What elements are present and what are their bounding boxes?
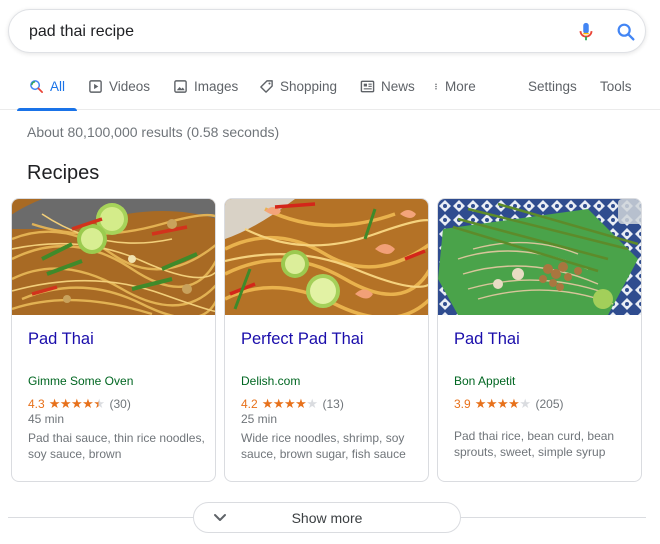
star-rating: ★★★★★ — [261, 396, 318, 411]
rating-value: 4.2 — [241, 397, 258, 411]
rating-row: 4.2 ★★★★★ (13) — [241, 396, 344, 412]
pad-thai-photo — [438, 199, 641, 315]
more-vert-icon — [435, 83, 437, 90]
show-more-button[interactable]: Show more — [193, 502, 461, 533]
recipe-card[interactable]: Pad Thai Gimme Some Oven 4.3 ★★★★★ (30) … — [11, 198, 216, 482]
tab-news[interactable]: News — [360, 76, 415, 110]
image-icon — [174, 80, 187, 93]
recipe-title[interactable]: Pad Thai — [454, 330, 520, 349]
tag-icon — [260, 80, 273, 93]
rating-count: (30) — [109, 397, 131, 411]
news-icon — [360, 80, 375, 93]
recipe-time: 25 min — [241, 412, 278, 426]
search-bar[interactable]: pad thai recipe — [8, 9, 646, 53]
recipe-ingredients: Pad thai sauce, thin rice noodles, soy s… — [28, 431, 205, 461]
rating-value: 3.9 — [454, 397, 471, 411]
recipes-heading: Recipes — [27, 162, 100, 184]
settings-link[interactable]: Settings — [528, 76, 577, 110]
rating-count: (205) — [535, 397, 564, 411]
tab-label: Videos — [109, 79, 151, 94]
tab-videos[interactable]: Videos — [88, 76, 150, 110]
recipe-time: 45 min — [28, 412, 65, 426]
search-icon — [30, 80, 43, 93]
recipe-source: Gimme Some Oven — [28, 374, 134, 388]
tools-label: Tools — [600, 79, 632, 94]
settings-label: Settings — [528, 79, 577, 94]
tab-label: Shopping — [280, 79, 338, 94]
tab-label: More — [445, 79, 476, 94]
tab-label: Images — [194, 79, 239, 94]
tab-all[interactable]: All — [16, 76, 78, 111]
recipe-image — [225, 199, 428, 315]
rating-row: 3.9 ★★★★★ (205) — [454, 396, 563, 412]
recipe-title[interactable]: Pad Thai — [28, 330, 94, 349]
recipe-image — [438, 199, 641, 315]
tab-more[interactable]: More — [434, 76, 476, 110]
tools-link[interactable]: Tools — [600, 76, 632, 110]
show-more-label: Show more — [291, 510, 363, 526]
recipe-card[interactable]: Pad Thai Bon Appetit 3.9 ★★★★★ (205) Pad… — [437, 198, 642, 482]
recipe-ingredients: Wide rice noodles, shrimp, soy sauce, br… — [241, 431, 406, 461]
video-icon — [89, 80, 102, 93]
search-tabs: All Videos Images Shopping News More Set… — [0, 76, 660, 111]
tab-label: News — [381, 79, 415, 94]
result-stats: About 80,100,000 results (0.58 seconds) — [27, 124, 280, 140]
recipe-source: Delish.com — [241, 374, 301, 388]
tab-shopping[interactable]: Shopping — [259, 76, 337, 110]
search-icon[interactable] — [615, 21, 637, 43]
recipe-card[interactable]: Perfect Pad Thai Delish.com 4.2 ★★★★★ (1… — [224, 198, 429, 482]
rating-value: 4.3 — [28, 397, 45, 411]
pad-thai-photo — [12, 199, 215, 315]
star-rating: ★★★★★ — [48, 396, 105, 411]
recipe-image — [12, 199, 215, 315]
recipe-title[interactable]: Perfect Pad Thai — [241, 330, 364, 349]
tab-images[interactable]: Images — [173, 76, 238, 110]
tab-label: All — [50, 79, 66, 94]
rating-count: (13) — [322, 397, 344, 411]
rating-row: 4.3 ★★★★★ (30) — [28, 396, 131, 412]
recipe-source: Bon Appetit — [454, 374, 516, 388]
pad-thai-photo — [225, 199, 428, 315]
star-rating: ★★★★★ — [474, 396, 531, 411]
mic-icon[interactable] — [575, 21, 597, 43]
search-input[interactable]: pad thai recipe — [29, 22, 529, 42]
recipe-ingredients: Pad thai rice, bean curd, bean sprouts, … — [454, 429, 615, 459]
